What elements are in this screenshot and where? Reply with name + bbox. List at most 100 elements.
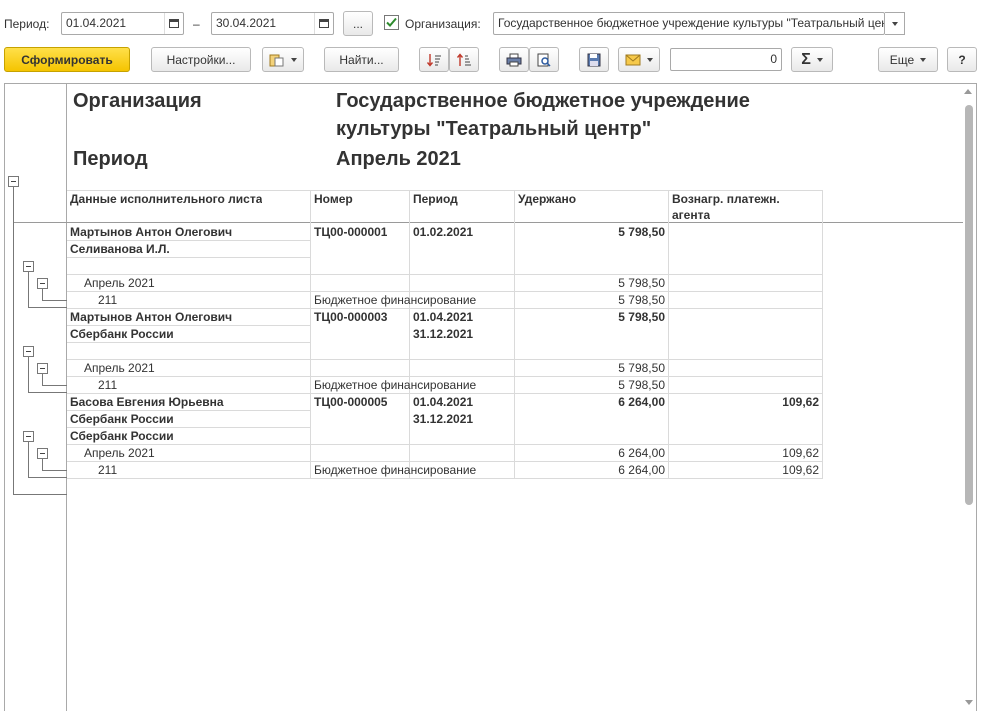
month-fee: 109,62 [782, 446, 819, 460]
variants-menu-button[interactable] [262, 47, 304, 72]
col-header-period: Период [413, 192, 458, 206]
scroll-down-icon[interactable] [965, 700, 973, 705]
collapse-header-button[interactable] [8, 176, 19, 187]
sum-menu-button[interactable]: Σ [791, 47, 833, 72]
chevron-down-icon [816, 57, 823, 62]
collapse-month-button[interactable] [37, 363, 48, 374]
print-preview-icon [537, 53, 551, 67]
generate-label: Сформировать [21, 52, 113, 67]
financing-source: Бюджетное финансирование [314, 378, 477, 392]
chevron-down-icon [920, 57, 927, 62]
fee-amount: 109,62 [782, 395, 819, 409]
col-header-doc: Данные исполнительного листа [70, 192, 263, 206]
find-label: Найти... [339, 52, 384, 67]
table-row: Мартынов Антон Олегович [70, 310, 233, 324]
period-to: 31.12.2021 [413, 327, 474, 341]
chevron-down-icon [891, 21, 898, 26]
doc-number: ТЦ00-000003 [314, 310, 388, 324]
month-row: Апрель 2021 [84, 446, 155, 460]
org-name-line2: культуры "Театральный центр" [336, 118, 652, 140]
sort-desc-button[interactable] [419, 47, 449, 72]
collapse-month-button[interactable] [37, 448, 48, 459]
month-withheld: 5 798,50 [618, 361, 665, 375]
withheld-amount: 5 798,50 [618, 225, 665, 239]
help-button[interactable]: ? [947, 47, 977, 72]
generate-button[interactable]: Сформировать [4, 47, 130, 72]
collapse-month-button[interactable] [37, 278, 48, 289]
organization-field[interactable]: Государственное бюджетное учреждение кул… [493, 12, 885, 35]
scrollbar-thumb[interactable] [965, 105, 973, 505]
settings-button[interactable]: Настройки... [151, 47, 251, 72]
code-withheld: 6 264,00 [618, 463, 665, 477]
recipient: Сбербанк России [70, 327, 174, 341]
sum-value: 0 [770, 52, 777, 66]
period-to: 31.12.2021 [413, 412, 474, 426]
budget-code: 211 [98, 378, 118, 392]
print-button[interactable] [499, 47, 529, 72]
withheld-amount: 5 798,50 [618, 310, 665, 324]
org-name-line1: Государственное бюджетное учреждение [336, 90, 750, 112]
code-fee: 109,62 [782, 463, 819, 477]
settings-label: Настройки... [166, 52, 236, 67]
scroll-up-icon[interactable] [964, 89, 972, 94]
sigma-icon: Σ [801, 50, 811, 68]
find-button[interactable]: Найти... [324, 47, 399, 72]
financing-source: Бюджетное финансирование [314, 463, 477, 477]
col-header-fee-line1: Вознагр. платежн. [672, 192, 780, 206]
withheld-amount: 6 264,00 [618, 395, 665, 409]
period-value: Апрель 2021 [336, 148, 461, 170]
calendar-from-button[interactable] [164, 13, 183, 34]
collapse-group-button[interactable] [23, 431, 34, 442]
period-label: Период: [4, 17, 50, 31]
table-row: Басова Евгения Юрьевна [70, 395, 224, 409]
organization-label: Организация: [405, 17, 481, 31]
col-header-fee-line2: агента [672, 208, 711, 222]
organization-dropdown-button[interactable] [885, 12, 905, 35]
sort-asc-icon [456, 52, 471, 66]
org-caption: Организация [73, 90, 202, 112]
save-button[interactable] [579, 47, 609, 72]
collapse-group-button[interactable] [23, 346, 34, 357]
financing-source: Бюджетное финансирование [314, 293, 477, 307]
ellipsis-label: ... [352, 16, 363, 31]
recipient: Селиванова И.Л. [70, 242, 170, 256]
organization-value: Государственное бюджетное учреждение кул… [498, 16, 885, 30]
period-from: 01.04.2021 [413, 395, 474, 409]
recipient-secondary: Сбербанк России [70, 429, 174, 443]
envelope-icon [625, 54, 641, 65]
month-withheld: 6 264,00 [618, 446, 665, 460]
floppy-disk-icon [587, 53, 601, 66]
budget-code: 211 [98, 463, 118, 477]
period-from: 01.02.2021 [413, 225, 474, 239]
table-row: Мартынов Антон Олегович [70, 225, 233, 239]
report-variant-icon [269, 54, 284, 66]
sum-value-field[interactable]: 0 [670, 48, 782, 71]
doc-number: ТЦ00-000005 [314, 395, 388, 409]
col-header-number: Номер [314, 192, 353, 206]
chevron-down-icon [647, 57, 653, 62]
checkmark-icon [386, 17, 397, 27]
calendar-icon [319, 19, 329, 28]
preview-button[interactable] [529, 47, 559, 72]
month-row: Апрель 2021 [84, 361, 155, 375]
calendar-to-button[interactable] [314, 13, 333, 34]
send-email-button[interactable] [618, 47, 660, 72]
chevron-down-icon [291, 57, 297, 62]
budget-code: 211 [98, 293, 118, 307]
code-withheld: 5 798,50 [618, 378, 665, 392]
organization-checkbox[interactable] [384, 15, 399, 30]
month-withheld: 5 798,50 [618, 276, 665, 290]
sort-desc-icon [426, 53, 441, 67]
period-from: 01.04.2021 [413, 310, 474, 324]
date-from-value: 01.04.2021 [66, 16, 127, 30]
collapse-group-button[interactable] [23, 261, 34, 272]
period-choose-button[interactable]: ... [343, 11, 373, 36]
calendar-icon [169, 19, 179, 28]
header-separator [13, 222, 963, 223]
sort-asc-button[interactable] [449, 47, 479, 72]
col-header-withheld: Удержано [518, 192, 577, 206]
help-label: ? [958, 52, 966, 67]
more-button[interactable]: Еще [878, 47, 938, 72]
doc-number: ТЦ00-000001 [314, 225, 388, 239]
date-to-value: 30.04.2021 [216, 16, 277, 30]
